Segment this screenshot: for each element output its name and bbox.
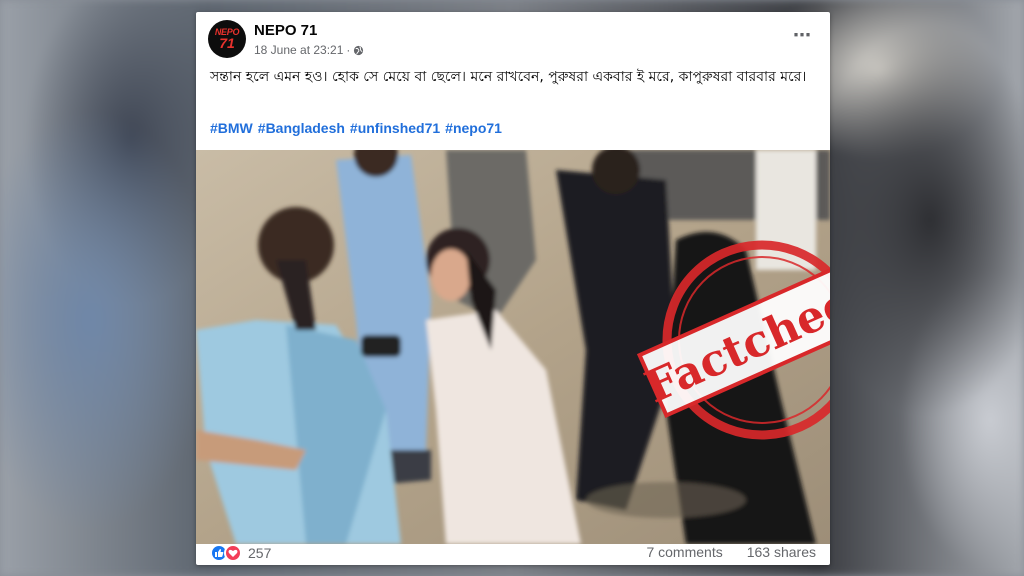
post-video-frame[interactable]: Factcheck [196,150,830,544]
post-meta: 18 June at 23:21 · [254,43,364,57]
page-name[interactable]: NEPO 71 [254,22,317,39]
hashtag-bmw[interactable]: #BMW [210,120,253,136]
hashtag-unfinshed71[interactable]: #unfinshed71 [350,120,440,136]
avatar-text-bottom: 71 [219,35,235,51]
hashtag-list: #BMW #Bangladesh #unfinshed71 #nepo71 [210,120,502,136]
avatar[interactable]: NEPO 71 [208,20,246,58]
reaction-summary[interactable]: 257 [210,544,271,562]
love-icon [224,544,242,562]
post-footer: 257 7 comments 163 shares [196,544,830,565]
shares-count[interactable]: 163 shares [747,544,816,560]
reaction-count: 257 [248,545,272,561]
post-caption: সন্তান হলে এমন হও। হোক সে মেয়ে বা ছেলে।… [210,69,807,85]
hashtag-bangladesh[interactable]: #Bangladesh [258,120,345,136]
post-header: NEPO 71 NEPO 71 18 June at 23:21 · ⋯ [196,12,830,72]
separator-dot: · [346,43,351,57]
video-scene: Factcheck [196,150,830,544]
engagement-stats: 7 comments 163 shares [646,544,816,560]
globe-icon [354,45,364,55]
facebook-post: NEPO 71 NEPO 71 18 June at 23:21 · ⋯ সন্… [196,12,830,565]
comments-count[interactable]: 7 comments [646,544,722,560]
more-icon[interactable]: ⋯ [793,26,812,44]
hashtag-nepo71[interactable]: #nepo71 [445,120,502,136]
timestamp[interactable]: 18 June at 23:21 [254,43,343,57]
